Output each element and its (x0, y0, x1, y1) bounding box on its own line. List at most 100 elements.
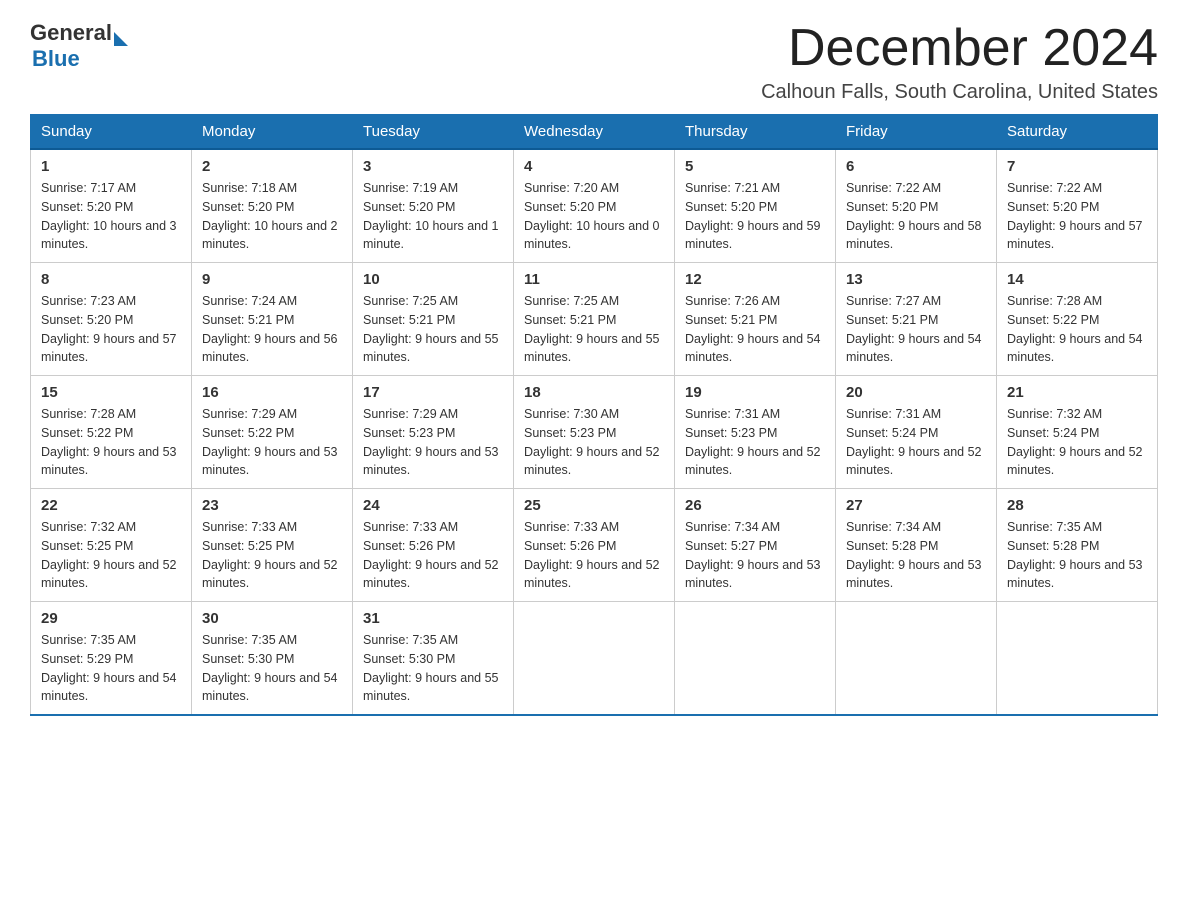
day-number: 3 (363, 158, 503, 175)
calendar-week-row: 8 Sunrise: 7:23 AMSunset: 5:20 PMDaylight… (31, 263, 1158, 376)
logo: General Blue (30, 20, 128, 72)
day-number: 16 (202, 384, 342, 401)
day-number: 8 (41, 271, 181, 288)
calendar-cell: 8 Sunrise: 7:23 AMSunset: 5:20 PMDaylight… (31, 263, 192, 376)
day-number: 17 (363, 384, 503, 401)
day-info: Sunrise: 7:20 AMSunset: 5:20 PMDaylight:… (524, 179, 664, 254)
day-info: Sunrise: 7:34 AMSunset: 5:27 PMDaylight:… (685, 518, 825, 593)
day-number: 22 (41, 497, 181, 514)
day-info: Sunrise: 7:21 AMSunset: 5:20 PMDaylight:… (685, 179, 825, 254)
calendar-cell: 4Sunrise: 7:20 AMSunset: 5:20 PMDaylight… (514, 149, 675, 263)
day-info: Sunrise: 7:22 AMSunset: 5:20 PMDaylight:… (846, 179, 986, 254)
calendar-header-row: SundayMondayTuesdayWednesdayThursdayFrid… (31, 115, 1158, 150)
calendar-cell (997, 602, 1158, 716)
calendar-cell: 10Sunrise: 7:25 AMSunset: 5:21 PMDayligh… (353, 263, 514, 376)
day-info: Sunrise: 7:34 AMSunset: 5:28 PMDaylight:… (846, 518, 986, 593)
calendar-cell: 9 Sunrise: 7:24 AMSunset: 5:21 PMDaylight… (192, 263, 353, 376)
day-info: Sunrise: 7:28 AMSunset: 5:22 PMDaylight:… (1007, 292, 1147, 367)
calendar-cell: 1Sunrise: 7:17 AMSunset: 5:20 PMDaylight… (31, 149, 192, 263)
calendar-cell: 29 Sunrise: 7:35 AMSunset: 5:29 PMDayligh… (31, 602, 192, 716)
day-info: Sunrise: 7:25 AMSunset: 5:21 PMDaylight:… (363, 292, 503, 367)
calendar-table: SundayMondayTuesdayWednesdayThursdayFrid… (30, 114, 1158, 716)
day-number: 9 (202, 271, 342, 288)
day-info: Sunrise: 7:25 AMSunset: 5:21 PMDaylight:… (524, 292, 664, 367)
calendar-cell: 21 Sunrise: 7:32 AMSunset: 5:24 PMDayligh… (997, 376, 1158, 489)
day-number: 13 (846, 271, 986, 288)
day-number: 20 (846, 384, 986, 401)
day-number: 18 (524, 384, 664, 401)
day-info: Sunrise: 7:22 AMSunset: 5:20 PMDaylight:… (1007, 179, 1147, 254)
logo-general-text: General (30, 20, 112, 46)
calendar-header-thursday: Thursday (675, 115, 836, 150)
day-number: 19 (685, 384, 825, 401)
calendar-cell: 26 Sunrise: 7:34 AMSunset: 5:27 PMDayligh… (675, 489, 836, 602)
calendar-cell: 13 Sunrise: 7:27 AMSunset: 5:21 PMDayligh… (836, 263, 997, 376)
calendar-week-row: 22 Sunrise: 7:32 AMSunset: 5:25 PMDayligh… (31, 489, 1158, 602)
calendar-header-saturday: Saturday (997, 115, 1158, 150)
calendar-cell: 20 Sunrise: 7:31 AMSunset: 5:24 PMDayligh… (836, 376, 997, 489)
calendar-cell: 14 Sunrise: 7:28 AMSunset: 5:22 PMDayligh… (997, 263, 1158, 376)
calendar-cell: 31Sunrise: 7:35 AMSunset: 5:30 PMDayligh… (353, 602, 514, 716)
day-number: 25 (524, 497, 664, 514)
day-number: 21 (1007, 384, 1147, 401)
day-number: 2 (202, 158, 342, 175)
day-number: 29 (41, 610, 181, 627)
calendar-cell: 30Sunrise: 7:35 AMSunset: 5:30 PMDayligh… (192, 602, 353, 716)
day-info: Sunrise: 7:24 AMSunset: 5:21 PMDaylight:… (202, 292, 342, 367)
day-info: Sunrise: 7:35 AMSunset: 5:28 PMDaylight:… (1007, 518, 1147, 593)
calendar-week-row: 15Sunrise: 7:28 AMSunset: 5:22 PMDayligh… (31, 376, 1158, 489)
day-info: Sunrise: 7:17 AMSunset: 5:20 PMDaylight:… (41, 179, 181, 254)
day-info: Sunrise: 7:31 AMSunset: 5:24 PMDaylight:… (846, 405, 986, 480)
calendar-cell: 24 Sunrise: 7:33 AMSunset: 5:26 PMDayligh… (353, 489, 514, 602)
day-info: Sunrise: 7:33 AMSunset: 5:26 PMDaylight:… (524, 518, 664, 593)
day-info: Sunrise: 7:27 AMSunset: 5:21 PMDaylight:… (846, 292, 986, 367)
logo-blue-text: Blue (32, 46, 128, 72)
calendar-header-wednesday: Wednesday (514, 115, 675, 150)
day-info: Sunrise: 7:32 AMSunset: 5:24 PMDaylight:… (1007, 405, 1147, 480)
day-info: Sunrise: 7:31 AMSunset: 5:23 PMDaylight:… (685, 405, 825, 480)
calendar-cell: 22 Sunrise: 7:32 AMSunset: 5:25 PMDayligh… (31, 489, 192, 602)
calendar-cell: 18 Sunrise: 7:30 AMSunset: 5:23 PMDayligh… (514, 376, 675, 489)
location-subtitle: Calhoun Falls, South Carolina, United St… (761, 81, 1158, 104)
calendar-week-row: 29 Sunrise: 7:35 AMSunset: 5:29 PMDayligh… (31, 602, 1158, 716)
day-number: 31 (363, 610, 503, 627)
calendar-header-tuesday: Tuesday (353, 115, 514, 150)
day-number: 5 (685, 158, 825, 175)
calendar-cell: 5 Sunrise: 7:21 AMSunset: 5:20 PMDaylight… (675, 149, 836, 263)
calendar-cell: 6 Sunrise: 7:22 AMSunset: 5:20 PMDaylight… (836, 149, 997, 263)
day-info: Sunrise: 7:29 AMSunset: 5:23 PMDaylight:… (363, 405, 503, 480)
calendar-cell: 2Sunrise: 7:18 AMSunset: 5:20 PMDaylight… (192, 149, 353, 263)
day-number: 24 (363, 497, 503, 514)
day-number: 14 (1007, 271, 1147, 288)
calendar-week-row: 1Sunrise: 7:17 AMSunset: 5:20 PMDaylight… (31, 149, 1158, 263)
calendar-cell: 7 Sunrise: 7:22 AMSunset: 5:20 PMDaylight… (997, 149, 1158, 263)
day-number: 27 (846, 497, 986, 514)
month-title: December 2024 (761, 20, 1158, 77)
calendar-cell: 11 Sunrise: 7:25 AMSunset: 5:21 PMDayligh… (514, 263, 675, 376)
day-info: Sunrise: 7:26 AMSunset: 5:21 PMDaylight:… (685, 292, 825, 367)
day-info: Sunrise: 7:33 AMSunset: 5:26 PMDaylight:… (363, 518, 503, 593)
day-number: 23 (202, 497, 342, 514)
page-header: General Blue December 2024 Calhoun Falls… (30, 20, 1158, 104)
calendar-cell (514, 602, 675, 716)
day-number: 11 (524, 271, 664, 288)
calendar-header-sunday: Sunday (31, 115, 192, 150)
day-info: Sunrise: 7:19 AMSunset: 5:20 PMDaylight:… (363, 179, 503, 254)
day-info: Sunrise: 7:32 AMSunset: 5:25 PMDaylight:… (41, 518, 181, 593)
day-info: Sunrise: 7:23 AMSunset: 5:20 PMDaylight:… (41, 292, 181, 367)
calendar-header-monday: Monday (192, 115, 353, 150)
day-info: Sunrise: 7:30 AMSunset: 5:23 PMDaylight:… (524, 405, 664, 480)
title-area: December 2024 Calhoun Falls, South Carol… (761, 20, 1158, 104)
day-number: 30 (202, 610, 342, 627)
calendar-cell: 25 Sunrise: 7:33 AMSunset: 5:26 PMDayligh… (514, 489, 675, 602)
calendar-cell (836, 602, 997, 716)
calendar-cell: 3 Sunrise: 7:19 AMSunset: 5:20 PMDaylight… (353, 149, 514, 263)
calendar-header-friday: Friday (836, 115, 997, 150)
calendar-cell: 15Sunrise: 7:28 AMSunset: 5:22 PMDayligh… (31, 376, 192, 489)
day-info: Sunrise: 7:35 AMSunset: 5:29 PMDaylight:… (41, 631, 181, 706)
day-info: Sunrise: 7:33 AMSunset: 5:25 PMDaylight:… (202, 518, 342, 593)
day-number: 7 (1007, 158, 1147, 175)
day-number: 6 (846, 158, 986, 175)
day-number: 15 (41, 384, 181, 401)
day-number: 26 (685, 497, 825, 514)
